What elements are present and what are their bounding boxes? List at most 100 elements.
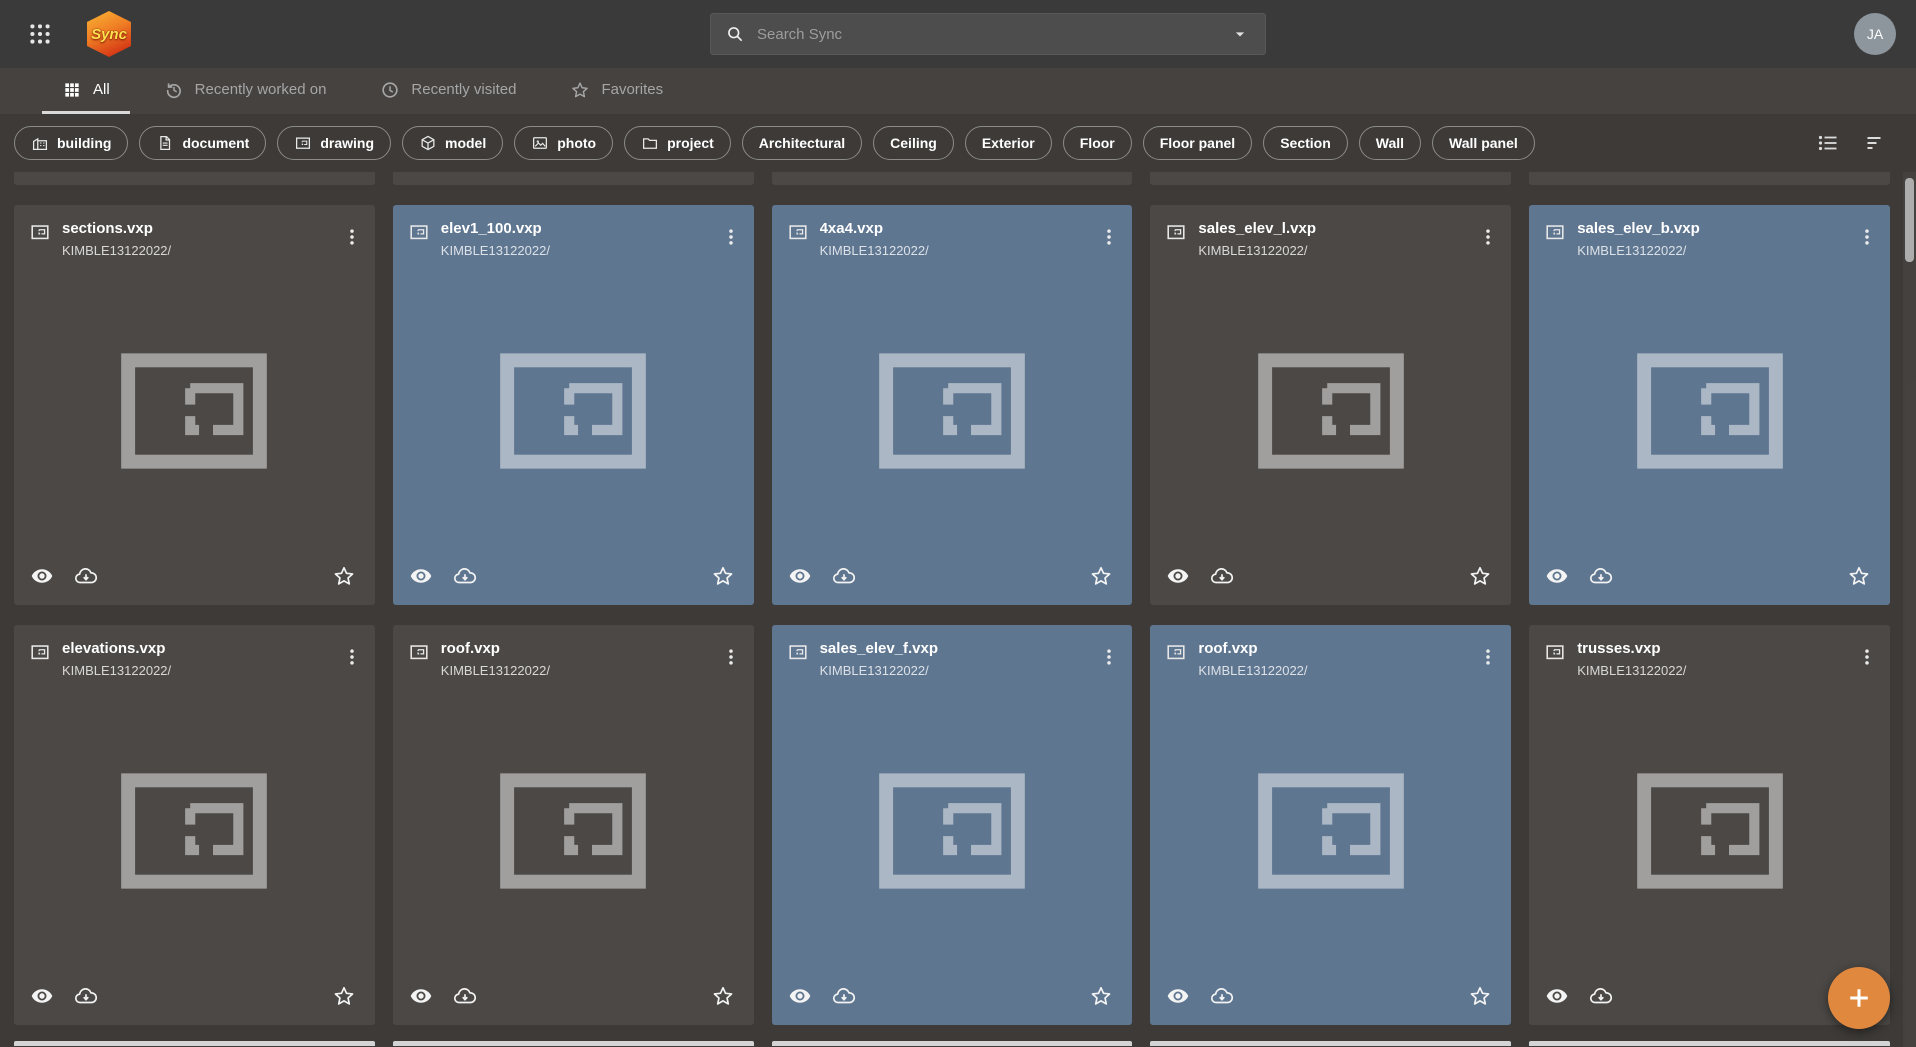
card-menu-button[interactable] <box>335 220 369 254</box>
card-menu-button[interactable] <box>1850 220 1884 254</box>
filter-chip-section[interactable]: Section <box>1263 126 1348 160</box>
preview-button[interactable] <box>787 563 813 589</box>
file-card-partial[interactable] <box>772 172 1133 185</box>
file-card-partial[interactable] <box>1150 1041 1511 1046</box>
preview-button[interactable] <box>1165 563 1191 589</box>
file-card[interactable]: sales_elev_b.vxp KIMBLE13122022/ <box>1529 205 1890 605</box>
card-menu-button[interactable] <box>1471 220 1505 254</box>
card-header: elev1_100.vxp KIMBLE13122022/ <box>393 205 754 258</box>
preview-button[interactable] <box>29 983 55 1009</box>
file-card[interactable]: sales_elev_f.vxp KIMBLE13122022/ <box>772 625 1133 1025</box>
list-view-icon[interactable] <box>1814 129 1842 157</box>
card-menu-button[interactable] <box>1471 640 1505 674</box>
file-card-partial[interactable] <box>1529 1041 1890 1046</box>
filter-chip-wall-panel[interactable]: Wall panel <box>1432 126 1535 160</box>
favorite-button[interactable] <box>1846 563 1872 589</box>
card-menu-button[interactable] <box>1092 640 1126 674</box>
preview-button[interactable] <box>408 563 434 589</box>
file-card[interactable]: sales_elev_l.vxp KIMBLE13122022/ <box>1150 205 1511 605</box>
file-card-partial[interactable] <box>393 172 754 185</box>
filter-chip-document[interactable]: document <box>139 126 266 160</box>
filter-chip-project[interactable]: project <box>624 126 731 160</box>
download-button[interactable] <box>831 983 857 1009</box>
preview-button[interactable] <box>1544 563 1570 589</box>
card-menu-button[interactable] <box>714 640 748 674</box>
star-icon <box>570 80 590 100</box>
file-card[interactable]: elev1_100.vxp KIMBLE13122022/ <box>393 205 754 605</box>
file-card[interactable]: sections.vxp KIMBLE13122022/ <box>14 205 375 605</box>
file-card-partial[interactable] <box>393 1041 754 1046</box>
download-button[interactable] <box>831 563 857 589</box>
eye-icon <box>30 564 54 588</box>
download-button[interactable] <box>1209 563 1235 589</box>
download-button[interactable] <box>73 983 99 1009</box>
favorite-button[interactable] <box>710 563 736 589</box>
file-thumbnail <box>1529 678 1890 983</box>
preview-button[interactable] <box>29 563 55 589</box>
file-card-partial[interactable] <box>1150 172 1511 185</box>
file-name: 4xa4.vxp <box>820 220 1082 237</box>
filter-chip-floor-panel[interactable]: Floor panel <box>1143 126 1252 160</box>
favorite-button[interactable] <box>1467 563 1493 589</box>
preview-button[interactable] <box>1165 983 1191 1009</box>
file-card-partial[interactable] <box>772 1041 1133 1046</box>
filter-chip-wall[interactable]: Wall <box>1359 126 1421 160</box>
card-menu-button[interactable] <box>335 640 369 674</box>
download-button[interactable] <box>73 563 99 589</box>
file-card-partial[interactable] <box>14 172 375 185</box>
filter-chip-model[interactable]: model <box>402 126 503 160</box>
favorite-button[interactable] <box>710 983 736 1009</box>
file-card[interactable]: trusses.vxp KIMBLE13122022/ <box>1529 625 1890 1025</box>
filter-chip-architectural[interactable]: Architectural <box>742 126 862 160</box>
tab-all[interactable]: All <box>42 68 130 114</box>
avatar[interactable]: JA <box>1854 13 1896 55</box>
card-menu-button[interactable] <box>714 220 748 254</box>
photo-icon <box>531 134 549 152</box>
file-card[interactable]: roof.vxp KIMBLE13122022/ <box>393 625 754 1025</box>
filter-chip-exterior[interactable]: Exterior <box>965 126 1052 160</box>
favorite-button[interactable] <box>331 983 357 1009</box>
floor-plan-placeholder-icon <box>497 770 649 892</box>
filter-chip-building[interactable]: building <box>14 126 128 160</box>
sort-icon[interactable] <box>1862 129 1890 157</box>
card-menu-button[interactable] <box>1092 220 1126 254</box>
filter-chip-ceiling[interactable]: Ceiling <box>873 126 954 160</box>
scrollbar-thumb[interactable] <box>1905 178 1914 262</box>
filter-chip-drawing[interactable]: drawing <box>277 126 391 160</box>
download-button[interactable] <box>1209 983 1235 1009</box>
search-dropdown-caret-icon[interactable] <box>1223 17 1257 51</box>
search-box[interactable] <box>710 13 1266 55</box>
file-card-partial[interactable] <box>14 1041 375 1046</box>
file-card[interactable]: elevations.vxp KIMBLE13122022/ <box>14 625 375 1025</box>
tab-recently-visited[interactable]: Recently visited <box>360 68 536 114</box>
apps-grid-icon[interactable] <box>20 14 60 54</box>
tab-favorites[interactable]: Favorites <box>550 68 683 114</box>
download-button[interactable] <box>452 983 478 1009</box>
download-button[interactable] <box>1588 983 1614 1009</box>
favorite-button[interactable] <box>331 563 357 589</box>
preview-button[interactable] <box>787 983 813 1009</box>
card-header: roof.vxp KIMBLE13122022/ <box>393 625 754 678</box>
favorite-button[interactable] <box>1088 563 1114 589</box>
tab-recently-worked-on[interactable]: Recently worked on <box>144 68 347 114</box>
file-card[interactable]: 4xa4.vxp KIMBLE13122022/ <box>772 205 1133 605</box>
download-button[interactable] <box>1588 563 1614 589</box>
filter-chip-floor[interactable]: Floor <box>1063 126 1132 160</box>
favorite-button[interactable] <box>1467 983 1493 1009</box>
favorite-button[interactable] <box>1088 983 1114 1009</box>
file-folder-path: KIMBLE13122022/ <box>1198 663 1460 678</box>
add-button[interactable] <box>1828 967 1890 1029</box>
file-folder-path: KIMBLE13122022/ <box>62 243 324 258</box>
search-input[interactable] <box>757 26 1223 43</box>
sync-logo[interactable]: Sync <box>84 11 134 57</box>
file-card-partial[interactable] <box>1529 172 1890 185</box>
filter-chip-photo[interactable]: photo <box>514 126 613 160</box>
scrollbar[interactable] <box>1903 172 1916 1047</box>
floor-plan-placeholder-icon <box>118 770 270 892</box>
download-button[interactable] <box>452 563 478 589</box>
preview-button[interactable] <box>1544 983 1570 1009</box>
preview-button[interactable] <box>408 983 434 1009</box>
filter-bar: building document drawing model photo pr… <box>0 114 1916 172</box>
file-card[interactable]: roof.vxp KIMBLE13122022/ <box>1150 625 1511 1025</box>
card-menu-button[interactable] <box>1850 640 1884 674</box>
